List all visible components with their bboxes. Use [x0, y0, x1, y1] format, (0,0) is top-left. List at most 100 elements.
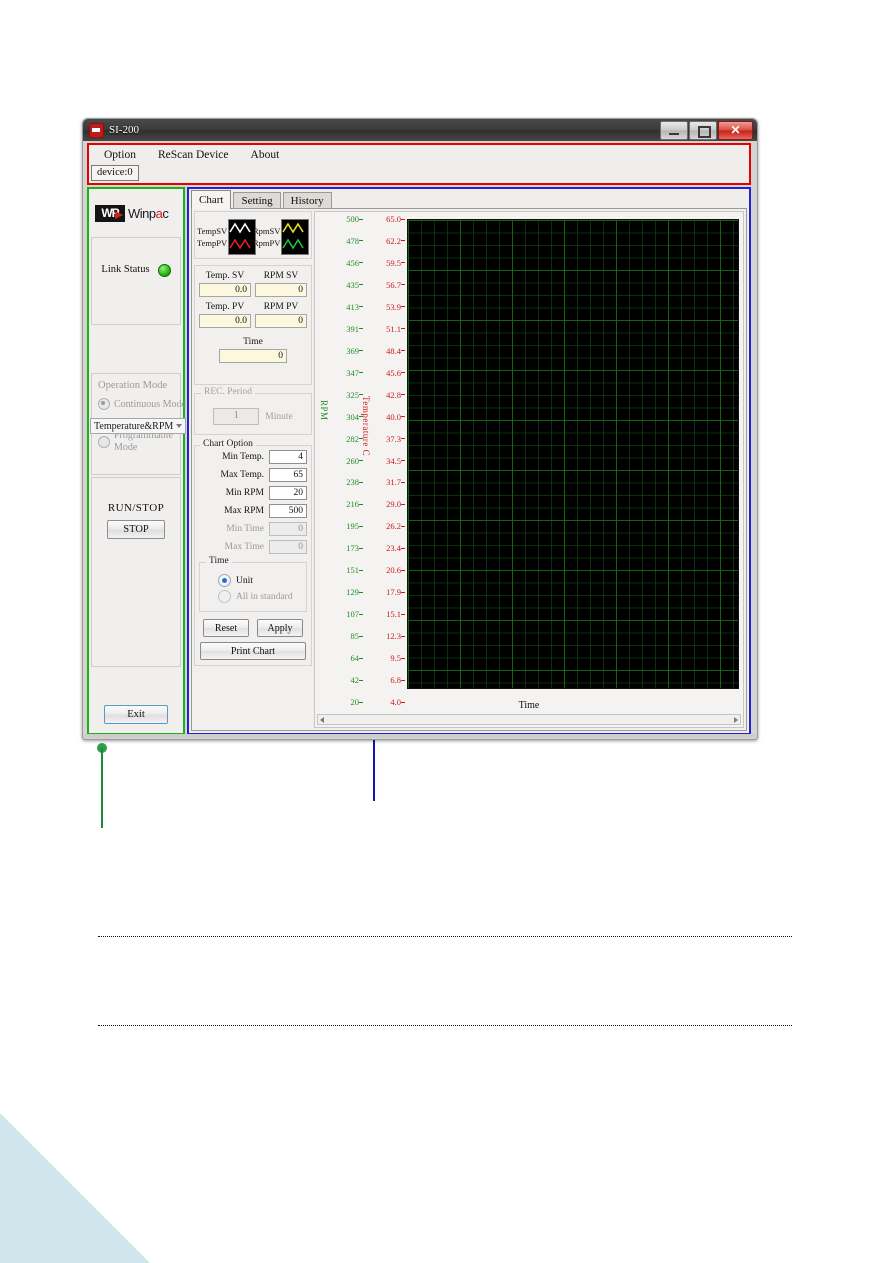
left-panel-highlight: WP Winpac Link Status Operation Mode Con… [87, 187, 186, 735]
y-axis-tick-temperature: 45.6 [369, 368, 405, 377]
y-axis-tick-temperature: 62.2 [369, 237, 405, 245]
legend-label-tempsv: TempSV [197, 225, 228, 236]
link-status-group: Link Status [91, 237, 181, 325]
time-mode-label: Time [206, 556, 232, 566]
max-time-input: 0 [269, 540, 307, 554]
rpm-pv-value: 0 [255, 314, 307, 328]
chart-horizontal-scrollbar[interactable] [317, 714, 741, 725]
rpm-pv-label: RPM PV [263, 302, 299, 312]
time-unit-radio-icon[interactable] [218, 574, 231, 587]
y-axis-tick-rpm: 413 [327, 303, 363, 311]
max-rpm-row: Max RPM 500 [199, 504, 307, 518]
right-panel-highlight: Chart Setting History TempSV TempPV RpmS… [187, 187, 751, 735]
logo-word-part1: Winp [128, 205, 156, 221]
y-axis-tick-rpm: 435 [327, 281, 363, 289]
tab-history[interactable]: History [282, 192, 332, 209]
y-axis-tick-rpm: 478 [327, 237, 363, 245]
legend-swatch-rpm [281, 219, 310, 255]
y-axis-tick-rpm: 195 [327, 522, 363, 531]
legend-label-rpmsv: RpmSV [253, 225, 281, 236]
close-button[interactable]: ✕ [718, 121, 753, 140]
chart-legend: TempSV TempPV RpmSV RpmPV [194, 211, 312, 259]
exit-button[interactable]: Exit [104, 705, 168, 724]
apply-button[interactable]: Apply [257, 619, 303, 637]
legend-label-rpmpv: RpmPV [253, 238, 281, 248]
max-temp-input[interactable]: 65 [269, 468, 307, 482]
sv-row: Temp. SV 0.0 RPM SV 0 [199, 270, 307, 297]
tab-setting[interactable]: Setting [233, 192, 281, 209]
time-value: 0 [219, 349, 287, 363]
time-mode-group: Time Unit All in standard [199, 556, 307, 612]
y-axis-tick-temperature: 15.1 [369, 610, 405, 618]
rec-period-input[interactable]: 1 [213, 408, 260, 425]
chevron-down-icon [176, 424, 182, 428]
stop-button[interactable]: STOP [107, 520, 165, 539]
legend-rpm-preview-icon [282, 222, 305, 250]
chart-panel: RPM Temperature C 500 478 456 435 413 391 369 3… [314, 211, 744, 728]
y-axis-tick-rpm: 260 [327, 456, 363, 465]
print-chart-button[interactable]: Print Chart [200, 642, 306, 660]
tab-strip: Chart Setting History [191, 190, 749, 209]
legend-rpm-labels: RpmSV RpmPV [253, 225, 281, 248]
scroll-left-icon[interactable] [320, 716, 324, 723]
y-axis-tick-temperature: 59.5 [369, 259, 405, 267]
continuous-mode-radio-icon[interactable] [98, 398, 110, 410]
plot-wrapper: RPM Temperature C 500 478 456 435 413 391 369 3… [317, 215, 739, 706]
pv-row: Temp. PV 0.0 RPM PV 0 [199, 301, 307, 328]
max-rpm-input[interactable]: 500 [269, 504, 307, 518]
legend-rpm-column: RpmSV RpmPV [253, 216, 310, 258]
minimize-button[interactable] [660, 121, 688, 140]
menu-region-highlight: Option ReScan Device About device:0 [87, 143, 751, 185]
y-axis-tick-temperature: 20.6 [369, 566, 405, 575]
y-axis-tick-temperature: 56.7 [369, 281, 405, 289]
menu-item-rescan-device[interactable]: ReScan Device [155, 147, 232, 163]
brand-logo: WP Winpac [91, 191, 181, 235]
max-time-label: Max Time [224, 542, 264, 552]
min-rpm-input[interactable]: 20 [269, 486, 307, 500]
time-all-row[interactable]: All in standard [218, 590, 302, 603]
rec-period-group: REC. Period 1 Minute [194, 387, 312, 435]
y-axis-tick-temperature: 12.3 [369, 632, 405, 640]
temp-pv-label: Temp. PV [205, 302, 245, 312]
y-axis-tick-rpm: 500 [327, 215, 363, 223]
min-time-row: Min Time 0 [199, 522, 307, 536]
menu-item-option[interactable]: Option [101, 147, 139, 163]
chart-option-group: Chart Option Min Temp. 4 Max Temp. 65 Mi… [194, 439, 312, 666]
rec-period-unit: Minute [265, 411, 293, 422]
plot-area[interactable] [407, 219, 739, 689]
time-all-radio-icon[interactable] [218, 590, 231, 603]
min-temp-input[interactable]: 4 [269, 450, 307, 464]
chart-controls-column: TempSV TempPV RpmSV RpmPV Temp. SV 0.0 R… [194, 211, 312, 728]
rec-period-row: 1 Minute [201, 408, 305, 425]
app-icon [89, 122, 104, 138]
exit-group: Exit [91, 669, 181, 769]
programmable-mode-radio-icon[interactable] [98, 435, 110, 448]
y-axis-tick-rpm: 347 [327, 368, 363, 377]
mode-select-dropdown[interactable]: Temperature&RPM [90, 418, 186, 434]
maximize-button[interactable] [689, 121, 717, 140]
scroll-right-icon[interactable] [734, 716, 738, 723]
min-time-label: Min Time [226, 524, 264, 534]
y-axis-tick-rpm: 107 [327, 610, 363, 618]
temp-sv-label: Temp. SV [205, 271, 245, 281]
temp-pv-cell: Temp. PV 0.0 [199, 301, 251, 328]
time-unit-row[interactable]: Unit [218, 574, 302, 587]
y-axis-tick-temperature: 40.0 [369, 412, 405, 421]
window-buttons: ✕ [660, 121, 753, 140]
corner-decoration [0, 1113, 150, 1263]
rpm-sv-value: 0 [255, 283, 307, 297]
temp-pv-value: 0.0 [199, 314, 251, 328]
max-temp-label: Max Temp. [220, 470, 265, 480]
y-axis-ticks-temperature: 65.0 62.2 59.5 56.7 53.9 51.1 48.4 45.6 42.8 40.0… [369, 215, 405, 706]
callout-stem [373, 731, 375, 801]
min-temp-row: Min Temp. 4 [199, 450, 307, 464]
legend-label-temppv: TempPV [197, 238, 228, 248]
menu-item-about[interactable]: About [248, 147, 283, 163]
continuous-mode-row[interactable]: Continuous Mode [96, 398, 186, 410]
max-temp-row: Max Temp. 65 [199, 468, 307, 482]
tab-chart[interactable]: Chart [191, 190, 232, 209]
minimize-icon [669, 133, 679, 135]
reset-button[interactable]: Reset [203, 619, 249, 637]
y-axis-tick-rpm: 151 [327, 566, 363, 575]
device-tab[interactable]: device:0 [91, 165, 139, 181]
